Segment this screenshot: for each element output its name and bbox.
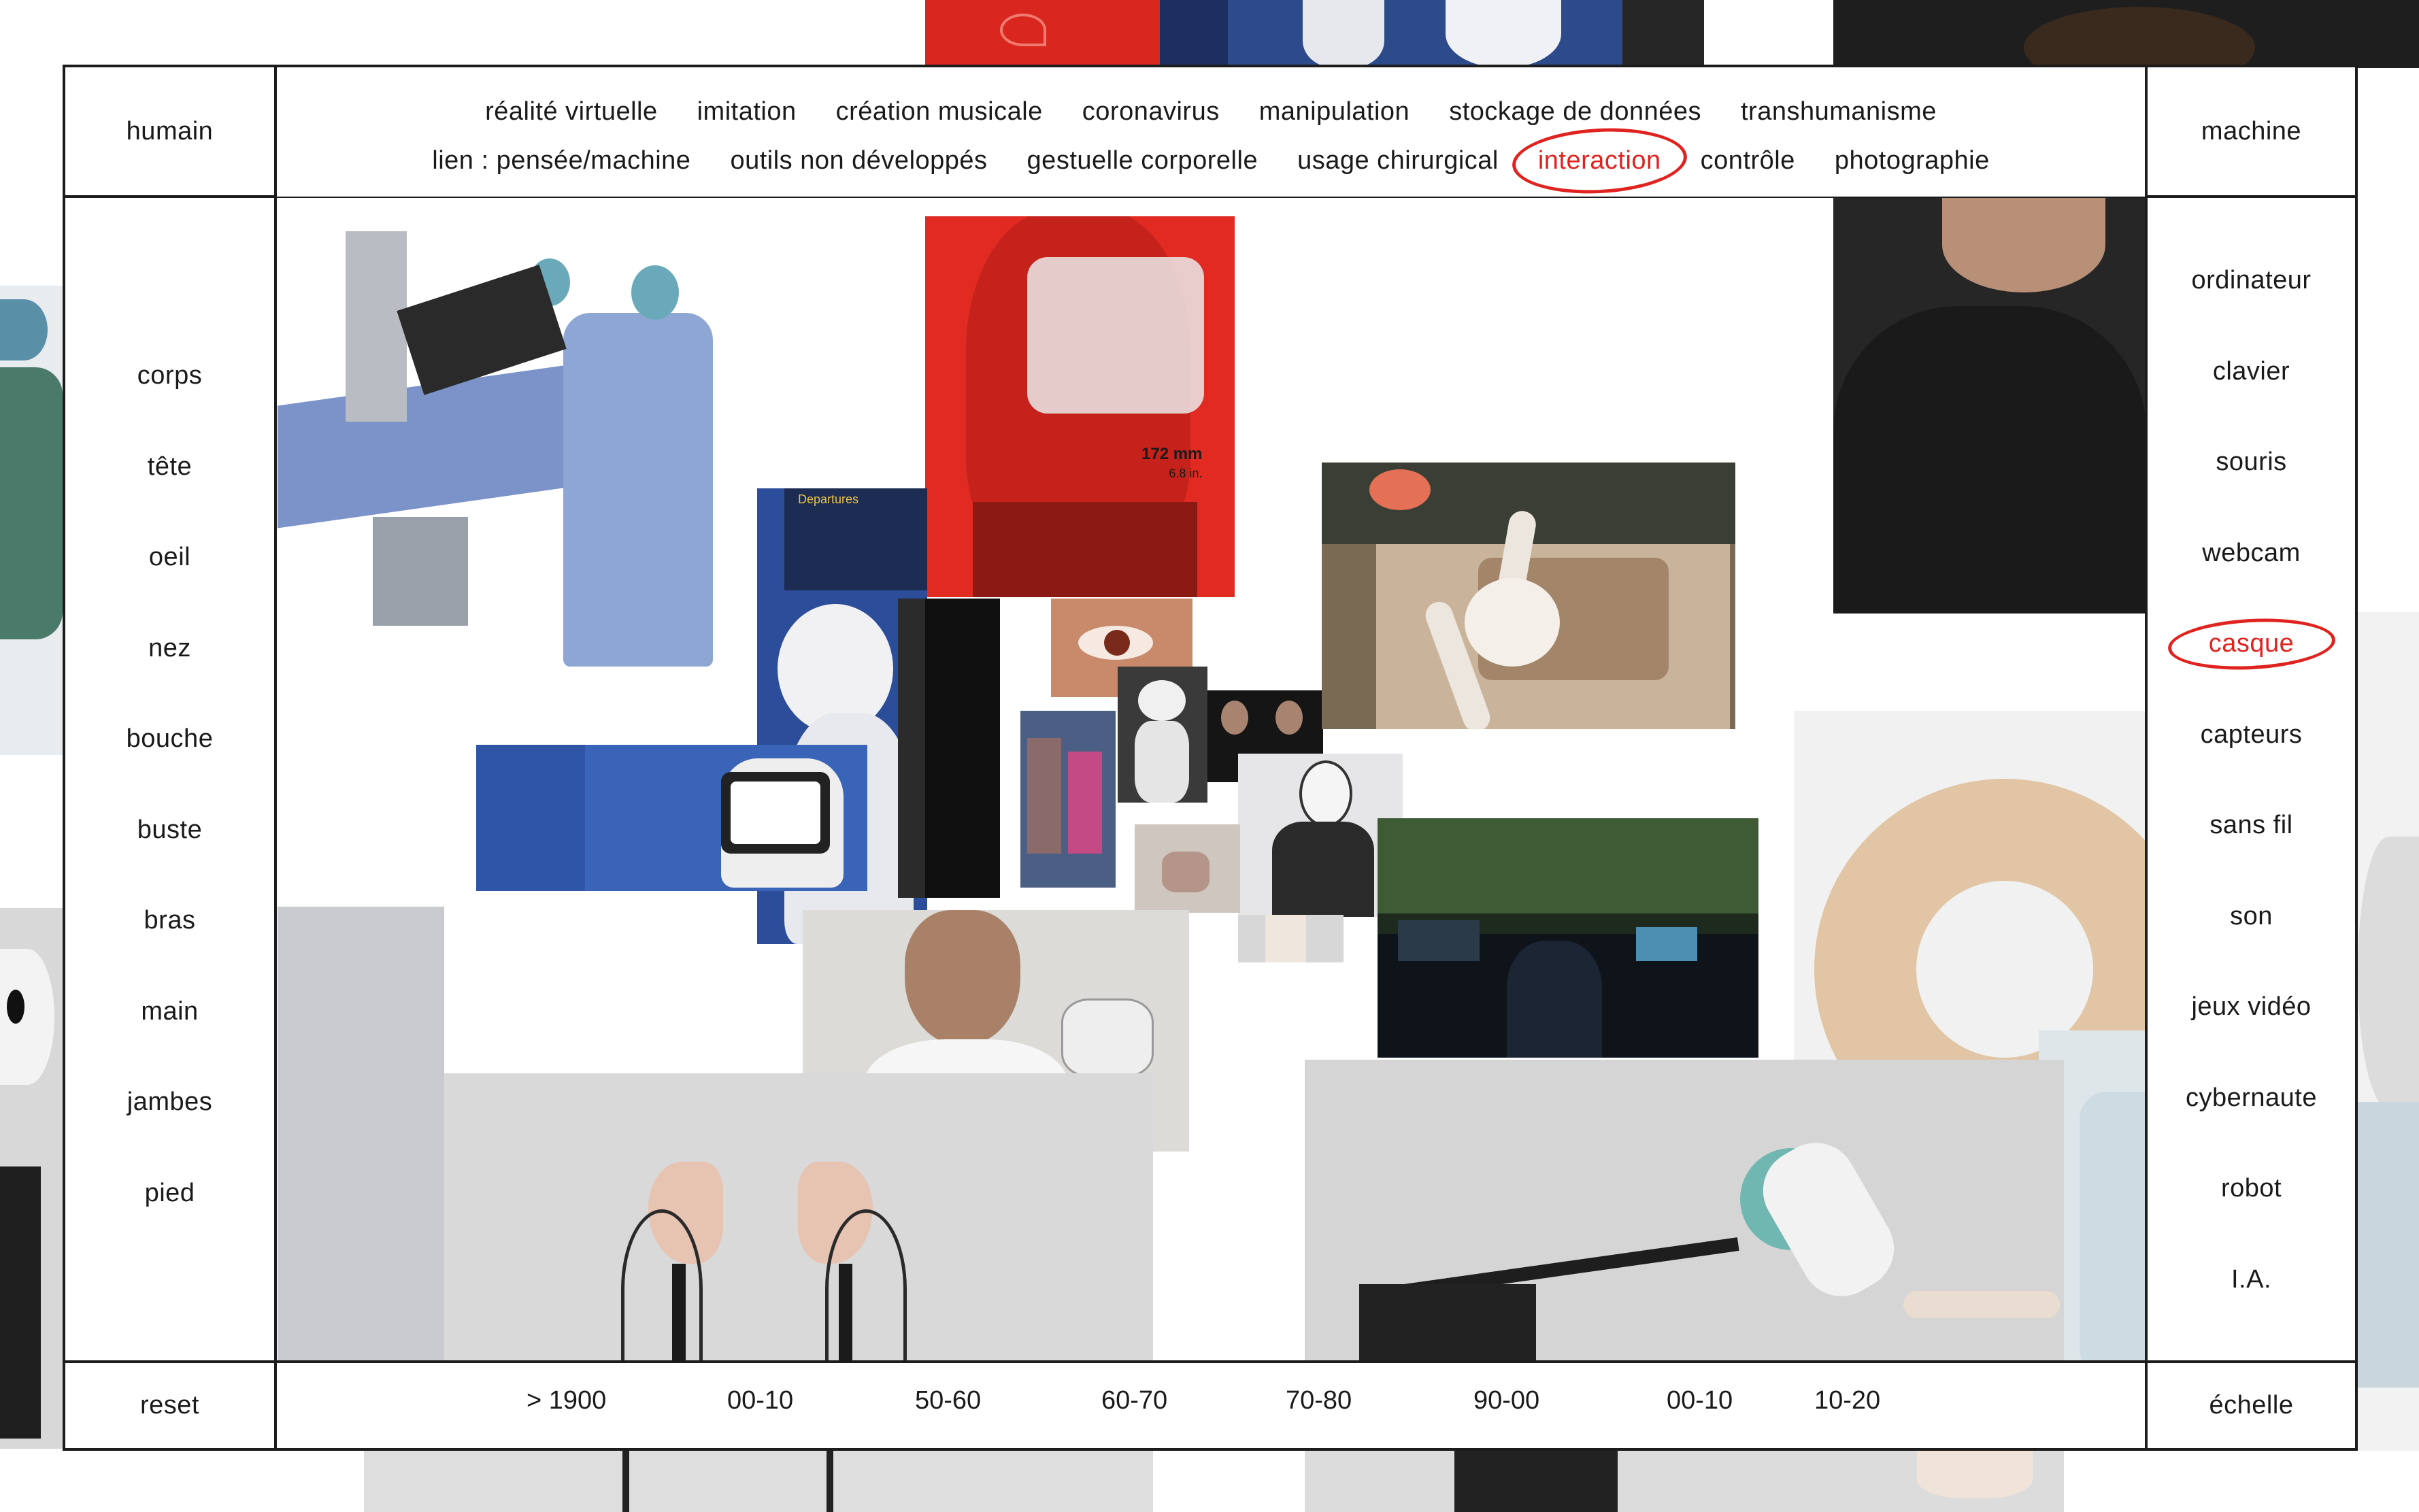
photo-doll-arms-bed[interactable] <box>1322 463 1735 729</box>
theme-tags-row-1: réalité virtuelle imitation création mus… <box>277 97 2145 127</box>
period-timeline: > 1900 00-10 50-60 60-70 70-80 90-00 00-… <box>277 1363 2145 1448</box>
period-50-60[interactable]: 50-60 <box>915 1386 981 1415</box>
human-part-bras[interactable]: bras <box>144 875 196 967</box>
photo-dark-top-right[interactable] <box>1833 0 2419 68</box>
divider-bottom <box>63 1448 2358 1451</box>
period-2000s-00-10[interactable]: 00-10 <box>1667 1386 1733 1415</box>
human-part-nez[interactable]: nez <box>148 603 191 694</box>
period-90-00[interactable]: 90-00 <box>1473 1386 1539 1415</box>
machine-part-souris[interactable]: souris <box>2216 417 2286 508</box>
tag-controle[interactable]: contrôle <box>1701 146 1795 175</box>
photo-robot-blue-top[interactable] <box>1160 0 1704 68</box>
photo-grey-wall[interactable] <box>278 907 444 1369</box>
scale-button[interactable]: échelle <box>2209 1391 2294 1420</box>
tag-coronavirus[interactable]: coronavirus <box>1082 97 1220 127</box>
photo-hands-mechanism[interactable] <box>1238 915 1344 962</box>
tag-lien-pensee-machine[interactable]: lien : pensée/machine <box>432 146 690 175</box>
machine-part-casque-active[interactable]: casque <box>2166 599 2337 690</box>
machine-part-webcam[interactable]: webcam <box>2202 508 2301 599</box>
header-humain-cell: humain <box>65 67 274 195</box>
photo-vr-headset-poster[interactable]: 172 mm 6.8 in. <box>925 216 1235 597</box>
machine-part-ordinateur[interactable]: ordinateur <box>2191 235 2311 326</box>
human-part-jambes[interactable]: jambes <box>127 1057 213 1148</box>
machine-title[interactable]: machine <box>2201 117 2301 146</box>
photo-bottom-heads-strip[interactable] <box>364 1451 1153 1512</box>
tag-interaction-active[interactable]: interaction <box>1510 124 1688 198</box>
period-1900s-00-10[interactable]: 00-10 <box>727 1386 793 1415</box>
tag-transhumanisme[interactable]: transhumanisme <box>1741 97 1937 127</box>
departures-board-title: Departures <box>798 492 859 506</box>
tag-realite-virtuelle[interactable]: réalité virtuelle <box>485 97 658 127</box>
tag-imitation[interactable]: imitation <box>697 97 797 127</box>
human-part-pied[interactable]: pied <box>145 1148 195 1239</box>
human-parts-list: corps tête oeil nez bouche buste bras ma… <box>65 198 274 1360</box>
photo-crowd-pepper[interactable] <box>1020 711 1116 888</box>
reset-button[interactable]: reset <box>140 1391 199 1420</box>
human-part-bouche[interactable]: bouche <box>127 694 214 785</box>
machine-part-jeux-video[interactable]: jeux vidéo <box>2191 962 2311 1053</box>
period-60-70[interactable]: 60-70 <box>1101 1386 1167 1415</box>
human-part-buste[interactable]: buste <box>137 785 202 876</box>
machine-part-sans-fil[interactable]: sans fil <box>2209 780 2292 871</box>
tag-usage-chirurgical[interactable]: usage chirurgical <box>1297 146 1499 175</box>
machine-parts-list: ordinateur clavier souris webcam casque … <box>2148 198 2355 1360</box>
human-part-main[interactable]: main <box>141 967 198 1058</box>
photo-lab-machine[interactable] <box>1135 824 1240 913</box>
machine-part-clavier[interactable]: clavier <box>2213 326 2290 418</box>
photo-surgical-robot[interactable] <box>278 218 713 694</box>
theme-tags: réalité virtuelle imitation création mus… <box>277 67 2145 198</box>
machine-part-ia[interactable]: I.A. <box>2231 1234 2271 1326</box>
tag-gestuelle-corporelle[interactable]: gestuelle corporelle <box>1027 146 1258 175</box>
tag-creation-musicale[interactable]: création musicale <box>836 97 1043 127</box>
header-machine-cell: machine <box>2148 67 2355 195</box>
period-70-80[interactable]: 70-80 <box>1286 1386 1352 1415</box>
machine-part-cybernaute[interactable]: cybernaute <box>2186 1053 2317 1144</box>
divider-right-outer <box>2355 65 2358 1451</box>
photo-arm-right-edge[interactable] <box>2358 612 2419 1451</box>
photo-vr-desk[interactable] <box>1378 818 1758 1058</box>
footer-reset-cell: reset <box>65 1363 274 1448</box>
photo-pepper-tablet[interactable] <box>476 745 867 891</box>
period-before-1900[interactable]: > 1900 <box>527 1386 606 1415</box>
footer-scale-cell: échelle <box>2148 1363 2355 1448</box>
headset-measure-text: 172 mm 6.8 in. <box>1141 445 1203 480</box>
tag-photographie[interactable]: photographie <box>1835 146 1990 175</box>
machine-part-son[interactable]: son <box>2230 871 2273 962</box>
human-part-corps[interactable]: corps <box>137 331 202 422</box>
active-circle-marker-casque <box>2166 614 2337 673</box>
divider-left-inner <box>274 65 277 1451</box>
photo-surgeon-left-edge[interactable] <box>0 286 63 755</box>
tag-stockage-de-donnees[interactable]: stockage de données <box>1449 97 1701 127</box>
humain-title[interactable]: humain <box>127 117 214 146</box>
photo-red-poster-top[interactable] <box>925 0 1163 68</box>
photo-robot-left-edge[interactable] <box>0 908 63 1449</box>
machine-part-robot[interactable]: robot <box>2221 1143 2282 1234</box>
photo-black-coat[interactable] <box>898 599 1000 898</box>
photo-robotic-faces[interactable] <box>444 1073 1153 1369</box>
human-part-oeil[interactable]: oeil <box>149 512 190 603</box>
photo-pepper-mall[interactable] <box>1118 667 1207 803</box>
human-part-tete[interactable]: tête <box>148 422 192 513</box>
theme-tags-row-2: lien : pensée/machine outils non dévelop… <box>277 124 2145 198</box>
photo-bottom-hand-strip[interactable] <box>1305 1451 2064 1512</box>
photo-man-dark-shirt[interactable] <box>1833 197 2146 614</box>
tag-manipulation[interactable]: manipulation <box>1259 97 1409 127</box>
active-circle-marker <box>1510 124 1688 198</box>
period-10-20[interactable]: 10-20 <box>1814 1386 1880 1415</box>
photo-robot-arm-globe[interactable] <box>1305 1060 2064 1369</box>
tag-outils-non-developpes[interactable]: outils non développés <box>730 146 987 175</box>
machine-part-capteurs[interactable]: capteurs <box>2201 690 2303 781</box>
